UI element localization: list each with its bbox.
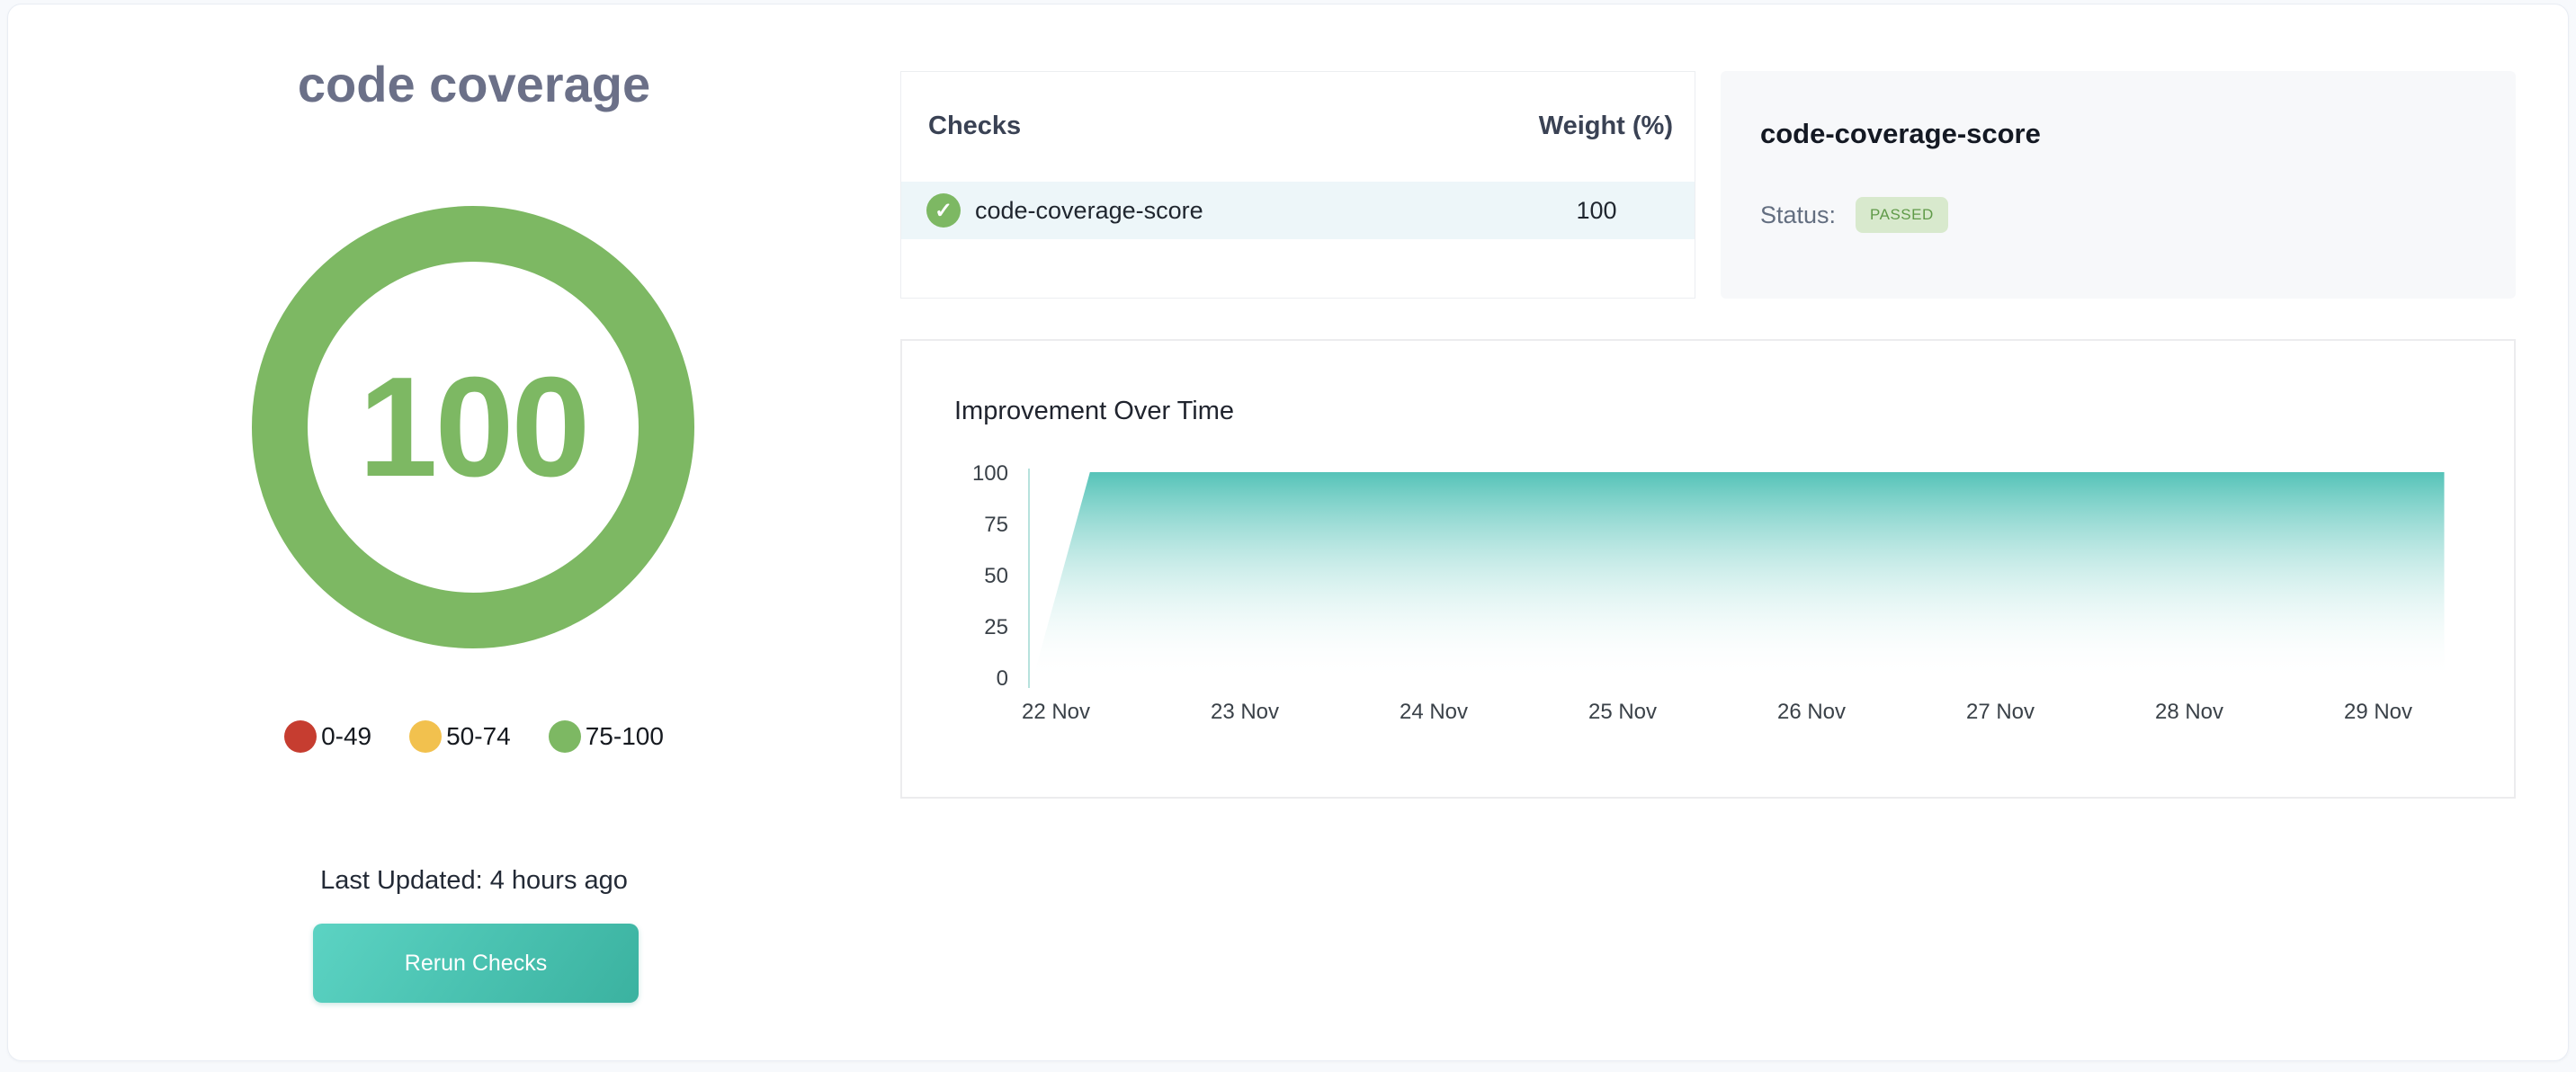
status-badge: PASSED xyxy=(1856,197,1948,233)
svg-text:29 Nov: 29 Nov xyxy=(2344,700,2412,724)
check-circle-icon: ✓ xyxy=(926,193,961,228)
svg-text:28 Nov: 28 Nov xyxy=(2155,700,2223,724)
svg-text:25: 25 xyxy=(984,615,1008,639)
legend-item-low: 0-49 xyxy=(284,720,371,753)
svg-text:100: 100 xyxy=(972,461,1008,486)
svg-text:22 Nov: 22 Nov xyxy=(1022,700,1090,724)
check-detail-title: code-coverage-score xyxy=(1760,118,2041,150)
green-dot-icon xyxy=(549,720,581,753)
status-label: Status: xyxy=(1760,201,1836,229)
check-name: code-coverage-score xyxy=(975,197,1203,225)
score-legend: 0-49 50-74 75-100 xyxy=(159,720,789,753)
legend-label: 0-49 xyxy=(321,722,371,751)
svg-text:23 Nov: 23 Nov xyxy=(1211,700,1279,724)
improvement-area-chart: 100 75 50 25 0 22 Nov 23 Nov 24 Nov 25 Nov 26 Nov… xyxy=(902,341,2514,797)
status-row: Status: PASSED xyxy=(1760,197,1948,233)
svg-text:26 Nov: 26 Nov xyxy=(1777,700,1846,724)
red-dot-icon xyxy=(284,720,317,753)
legend-item-high: 75-100 xyxy=(549,720,664,753)
rerun-checks-button[interactable]: Rerun Checks xyxy=(313,924,639,1003)
svg-text:75: 75 xyxy=(984,513,1008,537)
legend-label: 50-74 xyxy=(446,722,511,751)
check-weight-value: 100 xyxy=(1520,197,1673,225)
dashboard-card: code coverage 100 0-49 50-74 75-100 Last… xyxy=(7,4,2569,1061)
page-title: code coverage xyxy=(159,55,789,113)
check-detail-panel: code-coverage-score Status: PASSED xyxy=(1721,71,2516,299)
score-value: 100 xyxy=(359,356,588,498)
legend-item-mid: 50-74 xyxy=(409,720,511,753)
last-updated-text: Last Updated: 4 hours ago xyxy=(159,866,789,896)
checks-table-panel: Checks Weight (%) ✓ code-coverage-score … xyxy=(900,71,1695,299)
svg-text:50: 50 xyxy=(984,564,1008,588)
yellow-dot-icon xyxy=(409,720,442,753)
svg-text:24 Nov: 24 Nov xyxy=(1400,700,1468,724)
weight-column-header: Weight (%) xyxy=(1520,112,1673,141)
score-gauge: 100 xyxy=(252,206,694,648)
legend-label: 75-100 xyxy=(586,722,664,751)
svg-text:25 Nov: 25 Nov xyxy=(1588,700,1657,724)
svg-text:27 Nov: 27 Nov xyxy=(1966,700,2035,724)
svg-text:0: 0 xyxy=(997,666,1008,691)
checks-column-header: Checks xyxy=(928,112,1021,141)
improvement-chart-panel: Improvement Over Time 100755025022 Nov23… xyxy=(900,339,2516,799)
table-row-code-coverage-score[interactable]: ✓ code-coverage-score 100 xyxy=(901,182,1695,239)
